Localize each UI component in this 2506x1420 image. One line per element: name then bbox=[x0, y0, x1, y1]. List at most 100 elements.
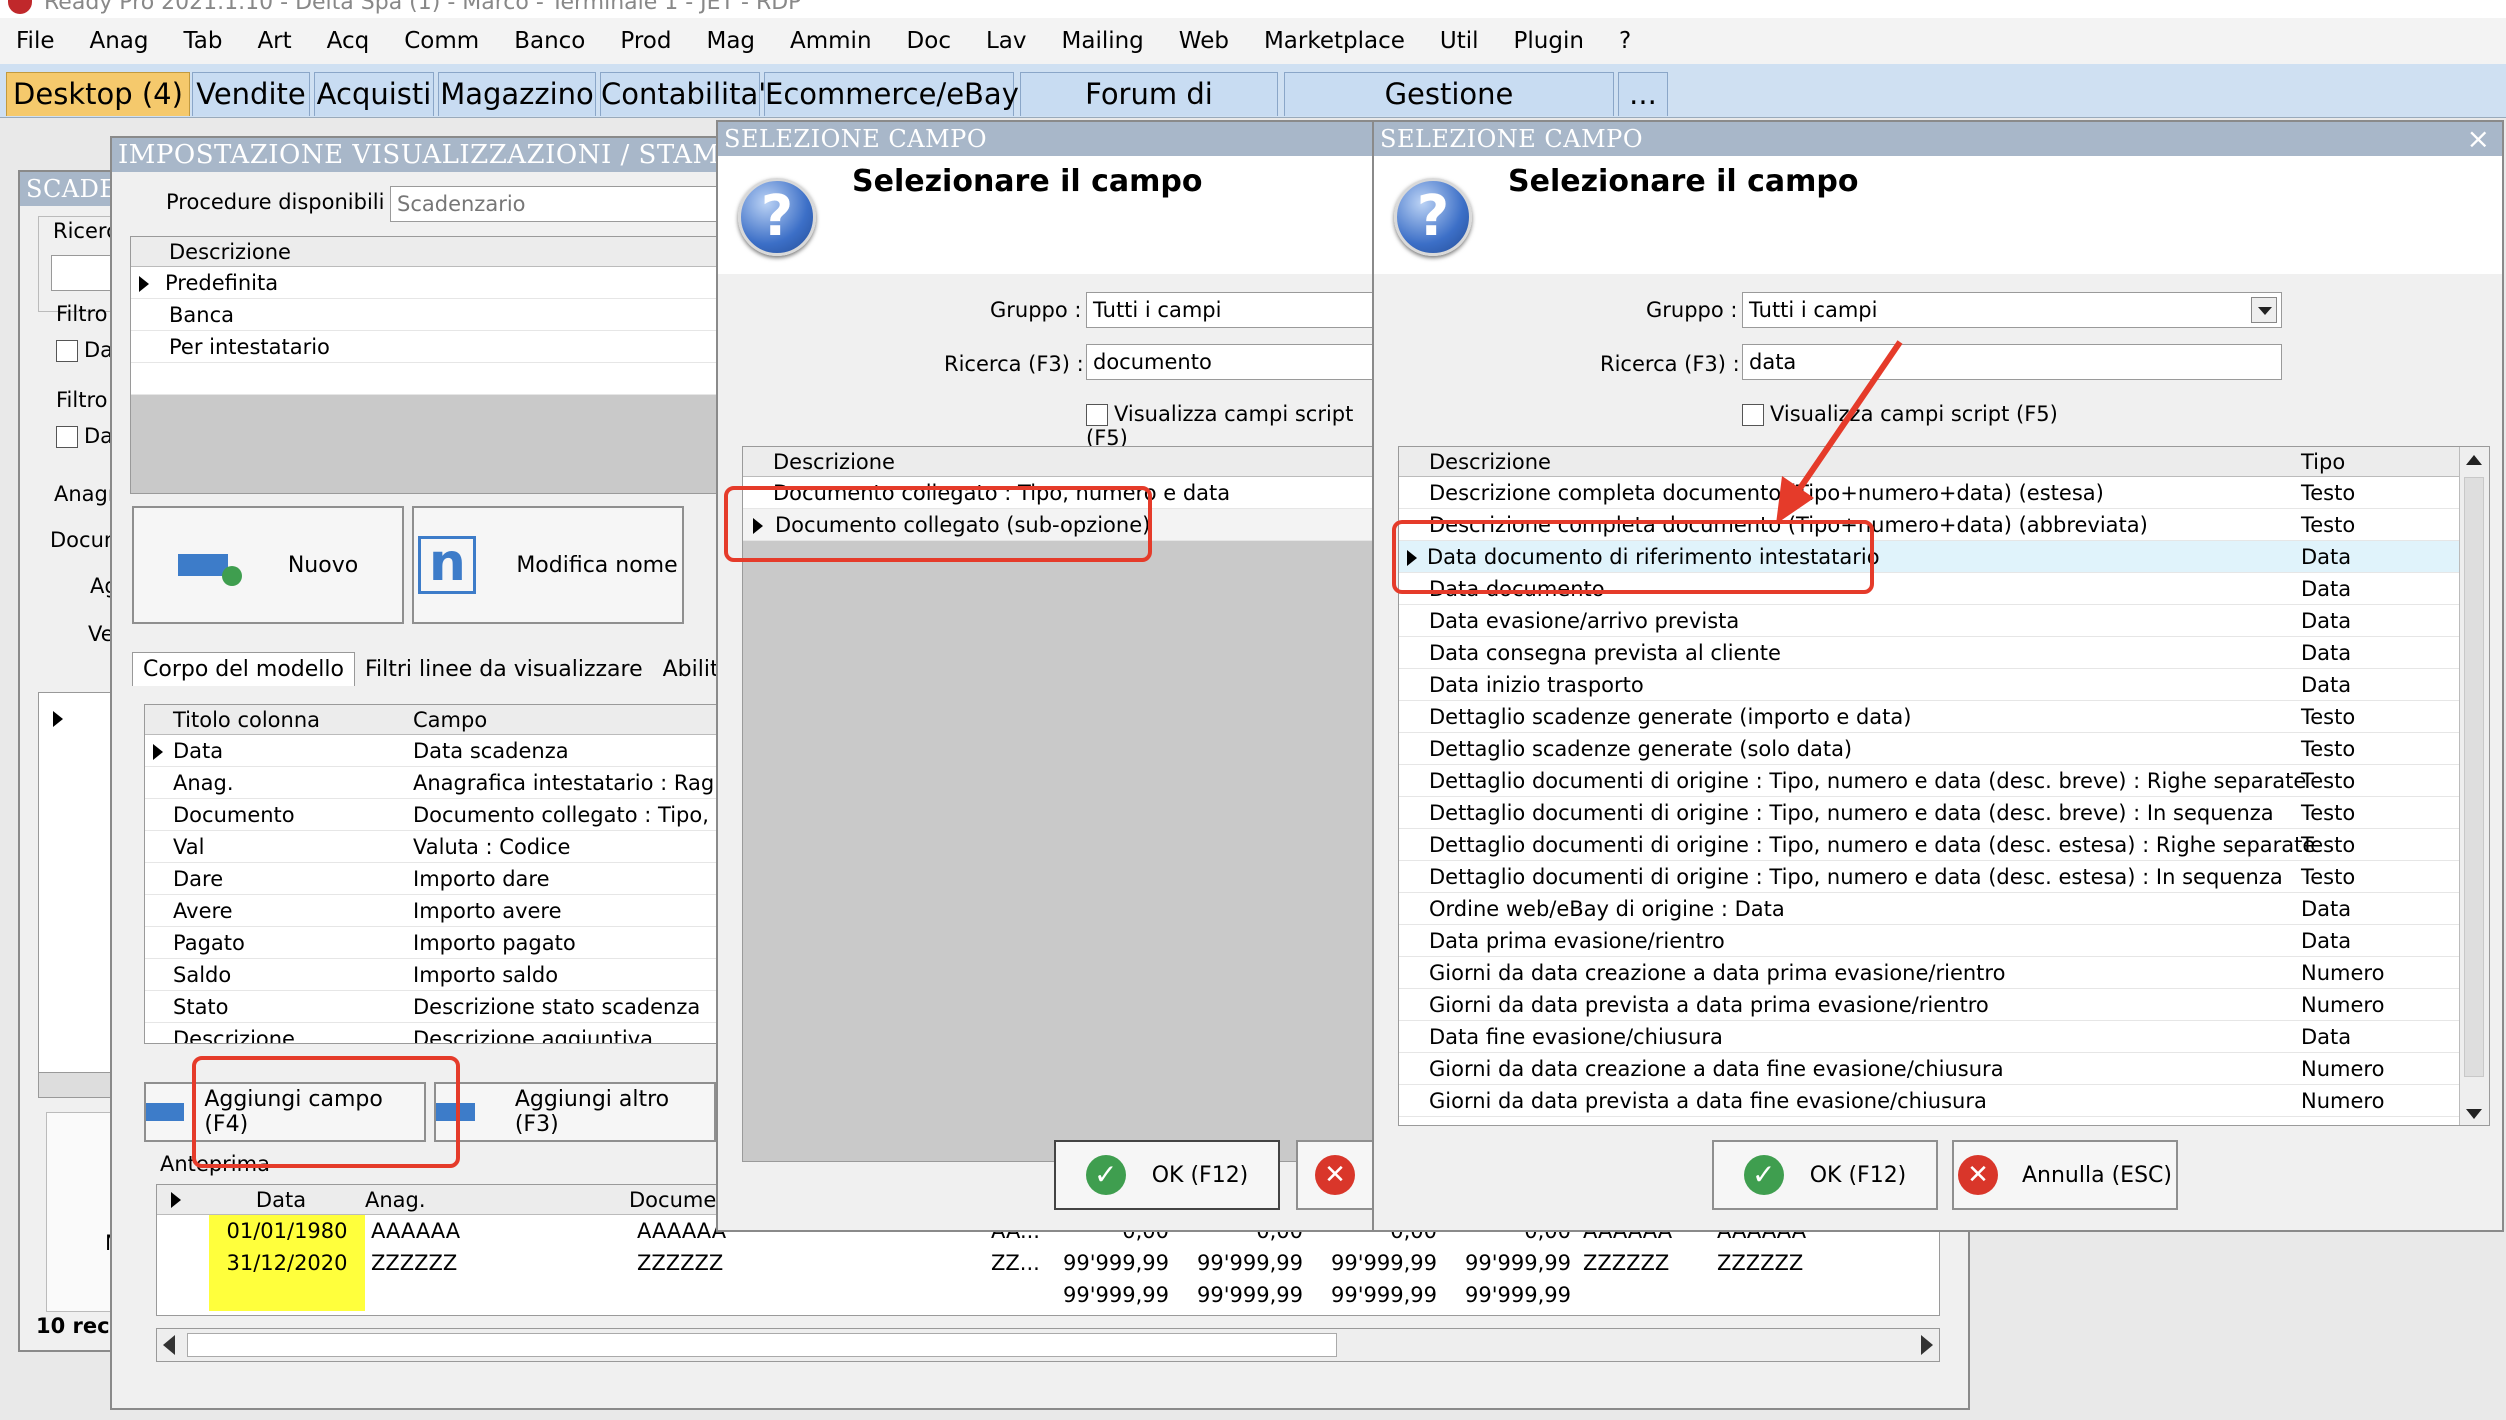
new-button[interactable]: Nuovo bbox=[132, 506, 404, 624]
filtro-check-2[interactable]: Da bbox=[56, 424, 113, 448]
menu-item-banco[interactable]: Banco bbox=[498, 28, 604, 54]
tab-0[interactable]: Desktop (4) bbox=[6, 72, 190, 116]
tab-corpo-modello[interactable]: Corpo del modello bbox=[132, 652, 355, 686]
highlight-box-subopzione bbox=[724, 486, 1152, 562]
close-icon[interactable]: × bbox=[2467, 122, 2490, 155]
table-row[interactable]: Dettaglio scadenze generate (solo data) T… bbox=[1399, 733, 2489, 765]
procedure-select[interactable]: Scadenzario bbox=[390, 186, 730, 222]
table-row[interactable]: Anag. Anagrafica intestatario : Rag bbox=[145, 767, 733, 799]
tab-4[interactable]: Contabilita' bbox=[600, 72, 766, 116]
dialog2-cancel-button[interactable]: ✕ Annulla (ESC) bbox=[1952, 1140, 2178, 1210]
table-row[interactable]: Data prima evasione/rientro Data bbox=[1399, 925, 2489, 957]
list-item[interactable]: Banca bbox=[131, 299, 729, 331]
table-row[interactable]: Saldo Importo saldo bbox=[145, 959, 733, 991]
table-row[interactable]: Data evasione/arrivo prevista Data bbox=[1399, 605, 2489, 637]
menu-item-marketplace[interactable]: Marketplace bbox=[1248, 28, 1424, 54]
dialog2-group-value: Tutti i campi bbox=[1749, 298, 1878, 322]
add-other-button[interactable]: Aggiungi altro (F3) bbox=[434, 1082, 716, 1142]
app-title-bar: Ready Pro 2021.1.10 - Delta Spa (1) - Ma… bbox=[0, 0, 2506, 18]
procedure-label: Procedure disponibili : bbox=[166, 190, 399, 214]
menu-item-tab[interactable]: Tab bbox=[168, 28, 242, 54]
menu-item-ammin[interactable]: Ammin bbox=[774, 28, 891, 54]
highlight-box-selected-field bbox=[1392, 520, 1874, 594]
scroll-right-icon[interactable] bbox=[1921, 1335, 1933, 1355]
tab-5[interactable]: Ecommerce/eBay bbox=[764, 72, 1019, 116]
table-row[interactable]: Giorni da data creazione a data prima ev… bbox=[1399, 957, 2489, 989]
filtro-check-1[interactable]: Da bbox=[56, 338, 113, 362]
table-row[interactable]: Data inizio trasporto Data bbox=[1399, 669, 2489, 701]
rename-icon: n bbox=[418, 536, 477, 594]
dialog1-cancel-button[interactable]: ✕ bbox=[1296, 1140, 1374, 1210]
menu-item-file[interactable]: File bbox=[0, 28, 74, 54]
table-row[interactable]: Data fine evasione/chiusura Data bbox=[1399, 1021, 2489, 1053]
table-row[interactable]: Descrizione Descrizione aggiuntiva bbox=[145, 1023, 733, 1044]
menu-item-web[interactable]: Web bbox=[1163, 28, 1248, 54]
preview-scrollbar[interactable] bbox=[156, 1328, 1940, 1362]
menu-item-util[interactable]: Util bbox=[1424, 28, 1498, 54]
menu-item-doc[interactable]: Doc bbox=[891, 28, 970, 54]
table-row[interactable]: Val Valuta : Codice bbox=[145, 831, 733, 863]
menu-item-art[interactable]: Art bbox=[241, 28, 310, 54]
tab-1[interactable]: Vendite bbox=[192, 72, 310, 116]
dialog1-group-label: Gruppo : bbox=[990, 298, 1082, 322]
module-tab-bar: Desktop (4) Vendite Acquisti Magazzino Conta… bbox=[0, 64, 2506, 153]
scroll-thumb[interactable] bbox=[2464, 477, 2484, 1077]
dialog1-script-checkbox[interactable]: Visualizza campi script (F5) bbox=[1086, 402, 1374, 450]
dialog2-ok-button[interactable]: ✓ OK (F12) bbox=[1712, 1140, 1938, 1210]
menu-item-anag[interactable]: Anag bbox=[74, 28, 168, 54]
menu-item-plugin[interactable]: Plugin bbox=[1498, 28, 1603, 54]
dialog2-col-type: Tipo bbox=[2301, 449, 2346, 474]
columns-grid-header: Titolo colonna Campo bbox=[145, 705, 733, 735]
tab-3[interactable]: Magazzino bbox=[438, 72, 596, 116]
table-row[interactable]: Dettaglio scadenze generate (importo e d… bbox=[1399, 701, 2489, 733]
add-field-icon bbox=[146, 1103, 185, 1121]
scroll-thumb[interactable] bbox=[187, 1333, 1337, 1357]
list-item[interactable]: Predefinita bbox=[131, 267, 729, 299]
tab-8[interactable]: ... bbox=[1618, 72, 1668, 116]
tab-2[interactable]: Acquisti bbox=[314, 72, 434, 116]
chevron-down-icon[interactable] bbox=[2251, 297, 2277, 323]
tab-7[interactable]: Gestione messaggistica bbox=[1284, 72, 1614, 153]
menu-item-acq[interactable]: Acq bbox=[311, 28, 389, 54]
table-row[interactable]: Giorni da data prevista a data fine evas… bbox=[1399, 1085, 2489, 1117]
tab-filtri-linee[interactable]: Filtri linee da visualizzare bbox=[355, 653, 653, 686]
scroll-left-icon[interactable] bbox=[163, 1335, 175, 1355]
model-subtabs: Corpo del modello Filtri linee da visual… bbox=[132, 650, 793, 688]
scroll-up-icon[interactable] bbox=[2466, 455, 2482, 465]
menu-item-mag[interactable]: Mag bbox=[690, 28, 774, 54]
table-row[interactable]: Dettaglio documenti di origine : Tipo, n… bbox=[1399, 765, 2489, 797]
table-row[interactable]: Data Data scadenza bbox=[145, 735, 733, 767]
menu-bar: File Anag Tab Art Acq Comm Banco Prod Mag Ammin Do… bbox=[0, 18, 2506, 64]
table-row[interactable]: Descrizione completa documento (Tipo+num… bbox=[1399, 477, 2489, 509]
table-row[interactable]: Dare Importo dare bbox=[145, 863, 733, 895]
rename-button[interactable]: n Modifica nome bbox=[412, 506, 684, 624]
table-row[interactable]: Dettaglio documenti di origine : Tipo, n… bbox=[1399, 861, 2489, 893]
table-row[interactable]: Stato Descrizione stato scadenza bbox=[145, 991, 733, 1023]
dialog2-vertical-scrollbar[interactable] bbox=[2459, 447, 2489, 1125]
table-row[interactable]: Avere Importo avere bbox=[145, 895, 733, 927]
tab-6[interactable]: Forum di supporto bbox=[1020, 72, 1278, 153]
menu-item-[interactable]: ? bbox=[1603, 28, 1650, 54]
menu-item-comm[interactable]: Comm bbox=[388, 28, 498, 54]
anag-label: Anagr bbox=[54, 482, 117, 506]
table-row[interactable]: Ordine web/eBay di origine : Data Data bbox=[1399, 893, 2489, 925]
table-row[interactable]: Data consegna prevista al cliente Data bbox=[1399, 637, 2489, 669]
list-item[interactable]: Per intestatario bbox=[131, 331, 729, 363]
field-dialog-2: SELEZIONE CAMPO × ? Selezionare il campo… bbox=[1372, 120, 2504, 1232]
menu-item-lav[interactable]: Lav bbox=[970, 28, 1046, 54]
scroll-down-icon[interactable] bbox=[2466, 1109, 2482, 1119]
table-row[interactable]: Giorni da data prevista a data prima eva… bbox=[1399, 989, 2489, 1021]
menu-item-mailing[interactable]: Mailing bbox=[1046, 28, 1163, 54]
dialog1-group-select[interactable]: Tutti i campi bbox=[1086, 292, 1376, 328]
dialog2-group-select[interactable]: Tutti i campi bbox=[1742, 292, 2282, 328]
dialog2-search-label: Ricerca (F3) : bbox=[1600, 352, 1740, 376]
add-other-label: Aggiungi altro (F3) bbox=[514, 1087, 670, 1137]
table-row[interactable]: Dettaglio documenti di origine : Tipo, n… bbox=[1399, 797, 2489, 829]
table-row[interactable]: Documento Documento collegato : Tipo, bbox=[145, 799, 733, 831]
dialog1-search-input[interactable]: documento bbox=[1086, 344, 1376, 380]
table-row[interactable]: Giorni da data creazione a data fine eva… bbox=[1399, 1053, 2489, 1085]
table-row[interactable]: Dettaglio documenti di origine : Tipo, n… bbox=[1399, 829, 2489, 861]
dialog1-ok-button[interactable]: ✓ OK (F12) bbox=[1054, 1140, 1280, 1210]
table-row[interactable]: Pagato Importo pagato bbox=[145, 927, 733, 959]
menu-item-prod[interactable]: Prod bbox=[604, 28, 690, 54]
